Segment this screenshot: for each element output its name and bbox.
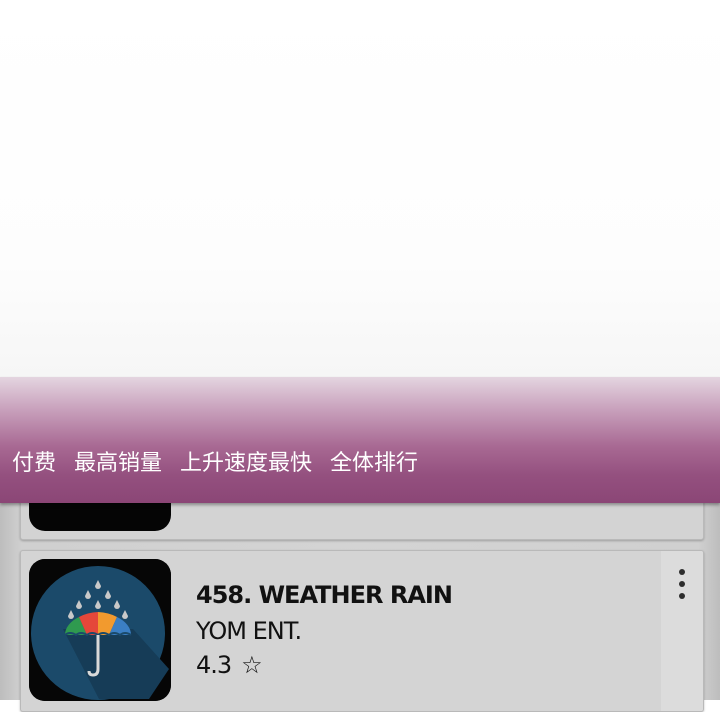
rating-value: 4.3 [196, 651, 232, 679]
tab-list: 付费 最高销量 上升速度最快 全体排行 [12, 444, 436, 478]
app-rating: 4.3 ☆ [196, 651, 263, 679]
dot-icon [679, 581, 685, 587]
dot-icon [679, 569, 685, 575]
app-card[interactable]: 458. WEATHER RAIN YOM ENT. 4.3 ☆ [20, 550, 704, 712]
tab-bar [0, 377, 720, 503]
app-title[interactable]: 458. WEATHER RAIN [196, 581, 453, 609]
dot-icon [679, 593, 685, 599]
star-outline-icon: ☆ [241, 651, 262, 679]
tab-top-grossing[interactable]: 最高销量 [74, 445, 162, 477]
tab-paid[interactable]: 付费 [12, 445, 56, 477]
blank-top-area [0, 0, 720, 378]
app-developer[interactable]: YOM ENT. [196, 617, 302, 645]
overflow-menu-button[interactable] [673, 569, 691, 599]
tab-overall-ranking[interactable]: 全体排行 [330, 445, 418, 477]
umbrella-rain-icon[interactable] [29, 559, 171, 701]
tab-trending[interactable]: 上升速度最快 [180, 445, 312, 477]
